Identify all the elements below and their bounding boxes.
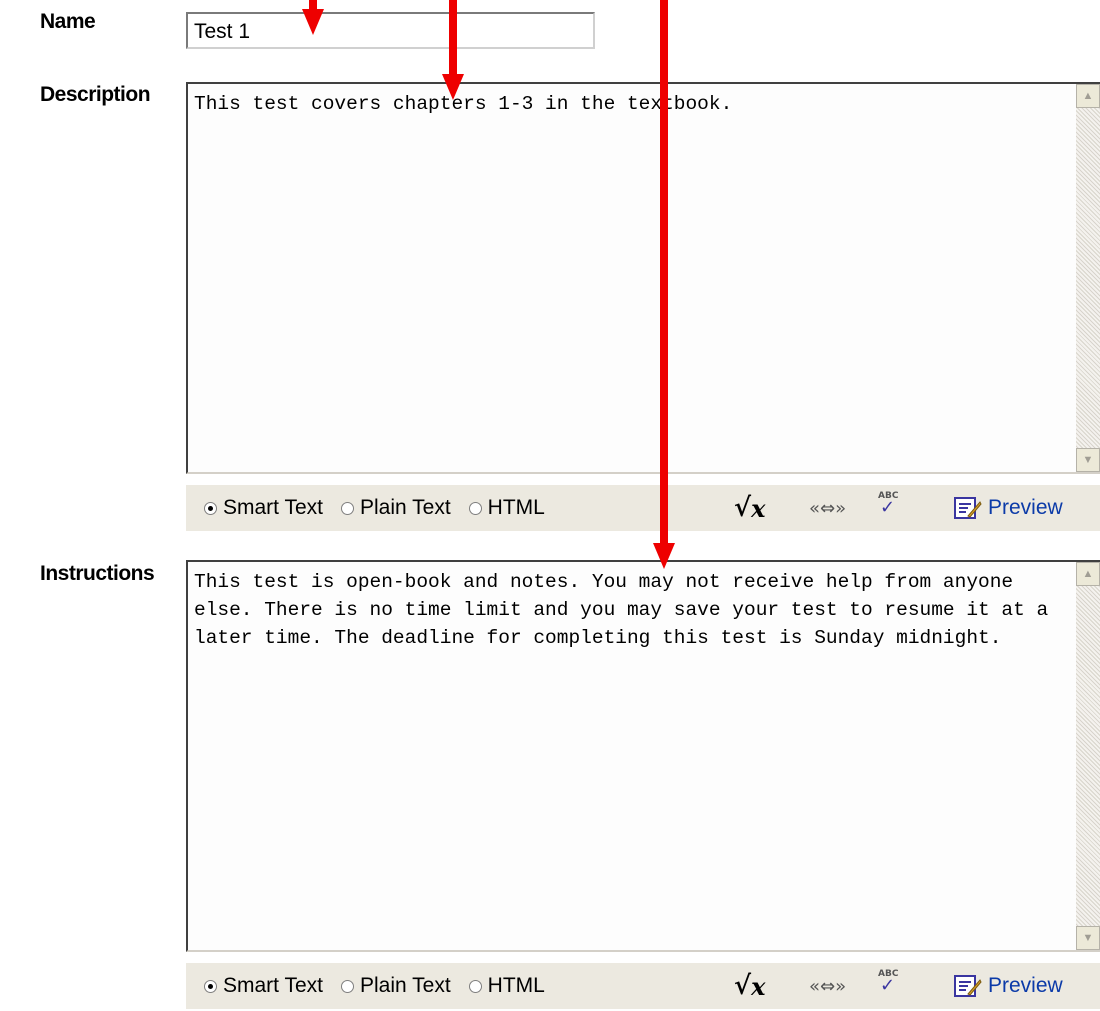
preview-icon xyxy=(954,974,982,998)
radio-unchecked-icon xyxy=(340,501,354,515)
radio-unchecked-icon xyxy=(468,501,482,515)
radio-checked-icon xyxy=(204,979,217,993)
smart-text-label: Smart Text xyxy=(223,496,323,519)
plain-text-label: Plain Text xyxy=(359,496,451,519)
description-label: Description xyxy=(40,83,151,106)
instructions-textarea[interactable]: This test is open-book and notes. You ma… xyxy=(186,560,1100,952)
description-text: This test covers chapters 1-3 in the tex… xyxy=(194,93,733,115)
plain-text-radio[interactable]: Plain Text xyxy=(340,496,451,520)
smart-text-radio[interactable]: Smart Text xyxy=(204,974,323,998)
preview-button[interactable]: Preview xyxy=(954,485,1063,531)
instructions-text: This test is open-book and notes. You ma… xyxy=(194,571,1060,649)
text-format-options: Smart Text Plain Text HTML xyxy=(204,485,563,531)
instructions-scrollbar[interactable]: ▲ ▼ xyxy=(1076,562,1100,950)
scroll-down-icon[interactable]: ▼ xyxy=(1076,448,1100,472)
scroll-down-icon[interactable]: ▼ xyxy=(1076,926,1100,950)
preview-button[interactable]: Preview xyxy=(954,963,1063,1009)
smart-text-radio[interactable]: Smart Text xyxy=(204,496,323,520)
html-label: HTML xyxy=(487,496,545,519)
spell-check-icon[interactable]: ABC ✓ xyxy=(874,485,904,525)
description-editor-toolbar: Smart Text Plain Text HTML √ x «⇔» ABC ✓ P… xyxy=(186,485,1100,531)
radio-checked-icon xyxy=(204,501,217,515)
radio-unchecked-icon xyxy=(340,979,354,993)
html-radio[interactable]: HTML xyxy=(468,974,545,998)
name-field[interactable]: Test 1 xyxy=(186,12,595,49)
link-icon[interactable]: «⇔» xyxy=(809,963,846,1009)
name-label: Name xyxy=(40,10,96,33)
spell-check-icon[interactable]: ABC ✓ xyxy=(874,963,904,1003)
scroll-up-icon[interactable]: ▲ xyxy=(1076,562,1100,586)
instructions-label: Instructions xyxy=(40,562,155,585)
radio-unchecked-icon xyxy=(468,979,482,993)
square-root-icon[interactable]: √ x xyxy=(734,485,765,531)
preview-icon xyxy=(954,496,982,520)
description-textarea[interactable]: This test covers chapters 1-3 in the tex… xyxy=(186,82,1100,474)
description-scrollbar[interactable]: ▲ ▼ xyxy=(1076,84,1100,472)
preview-link: Preview xyxy=(988,974,1063,997)
smart-text-label: Smart Text xyxy=(223,974,323,997)
html-radio[interactable]: HTML xyxy=(468,496,545,520)
link-icon[interactable]: «⇔» xyxy=(809,485,846,531)
preview-link: Preview xyxy=(988,496,1063,519)
instructions-editor-toolbar: Smart Text Plain Text HTML √ x «⇔» ABC ✓ P… xyxy=(186,963,1100,1009)
text-format-options: Smart Text Plain Text HTML xyxy=(204,963,563,1009)
plain-text-label: Plain Text xyxy=(359,974,451,997)
square-root-icon[interactable]: √ x xyxy=(734,963,765,1009)
scroll-up-icon[interactable]: ▲ xyxy=(1076,84,1100,108)
plain-text-radio[interactable]: Plain Text xyxy=(340,974,451,998)
html-label: HTML xyxy=(487,974,545,997)
